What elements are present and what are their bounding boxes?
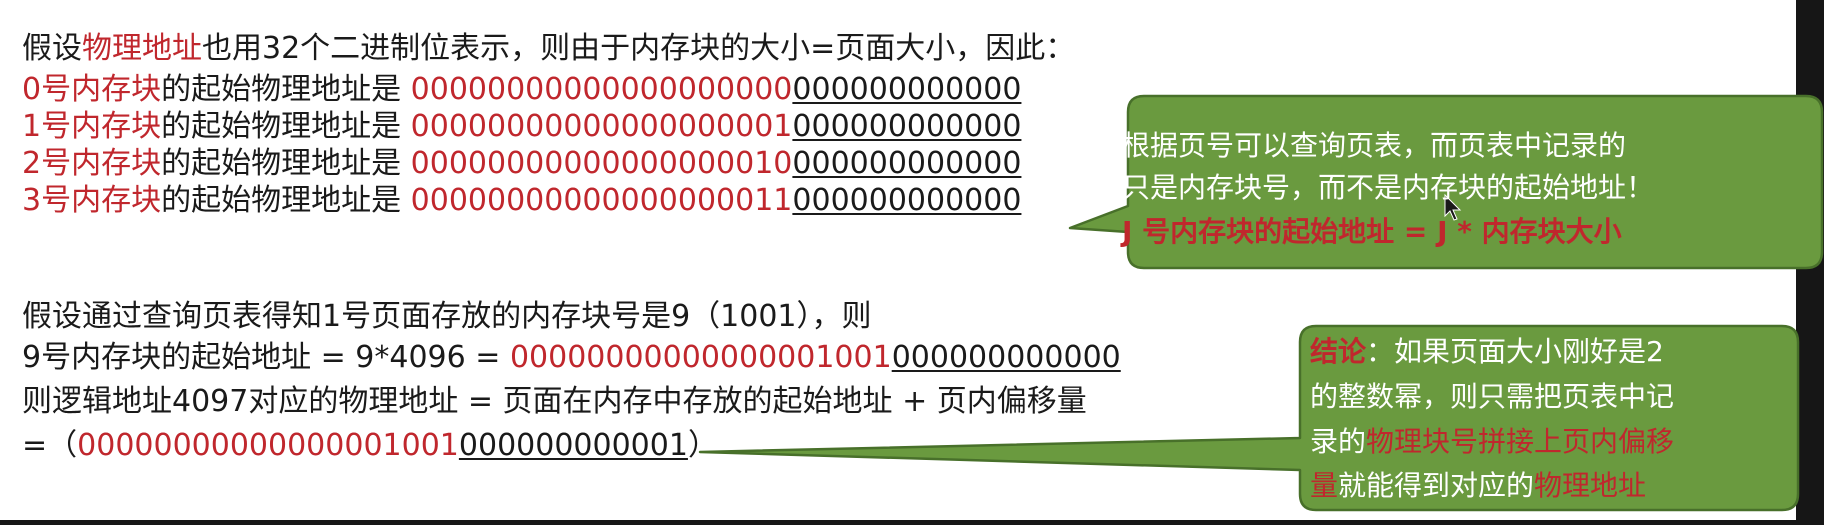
callout-bottom-highlight: 量 xyxy=(1310,469,1339,502)
callout-bottom-line-3: 录的物理块号拼接上页内偏移 xyxy=(1310,422,1674,462)
callout-bottom-line-2: 的整数幂，则只需把页表中记 xyxy=(1310,377,1674,417)
callout-bottom-highlight: 物理块号拼接上页内偏移 xyxy=(1366,425,1675,458)
conclusion-label: 结论 xyxy=(1310,335,1367,368)
callout-top-line-3: J 号内存块的起始地址 = J * 内存块大小 xyxy=(1122,212,1622,252)
callout-bottom-text: 的整数幂，则只需把页表中记 xyxy=(1310,380,1675,413)
callout-bottom-line-4: 量就能得到对应的物理地址 xyxy=(1310,466,1646,506)
callout-bottom-text: ：如果页面大小刚好是2 xyxy=(1366,335,1664,368)
callout-bottom-highlight: 物理地址 xyxy=(1534,469,1647,502)
callout-bottom-text: 就能得到对应的 xyxy=(1338,469,1535,502)
callout-bottom-line-1: 结论：如果页面大小刚好是2 xyxy=(1310,332,1664,372)
callout-top-line-1: 根据页号可以查询页表，而页表中记录的 xyxy=(1122,129,1627,162)
callout-top-formula: J 号内存块的起始地址 = J * 内存块大小 xyxy=(1122,215,1622,248)
callout-bottom-text: 录的 xyxy=(1310,425,1367,458)
callout-top-line-2: 只是内存块号，而不是内存块的起始地址！ xyxy=(1122,171,1655,204)
